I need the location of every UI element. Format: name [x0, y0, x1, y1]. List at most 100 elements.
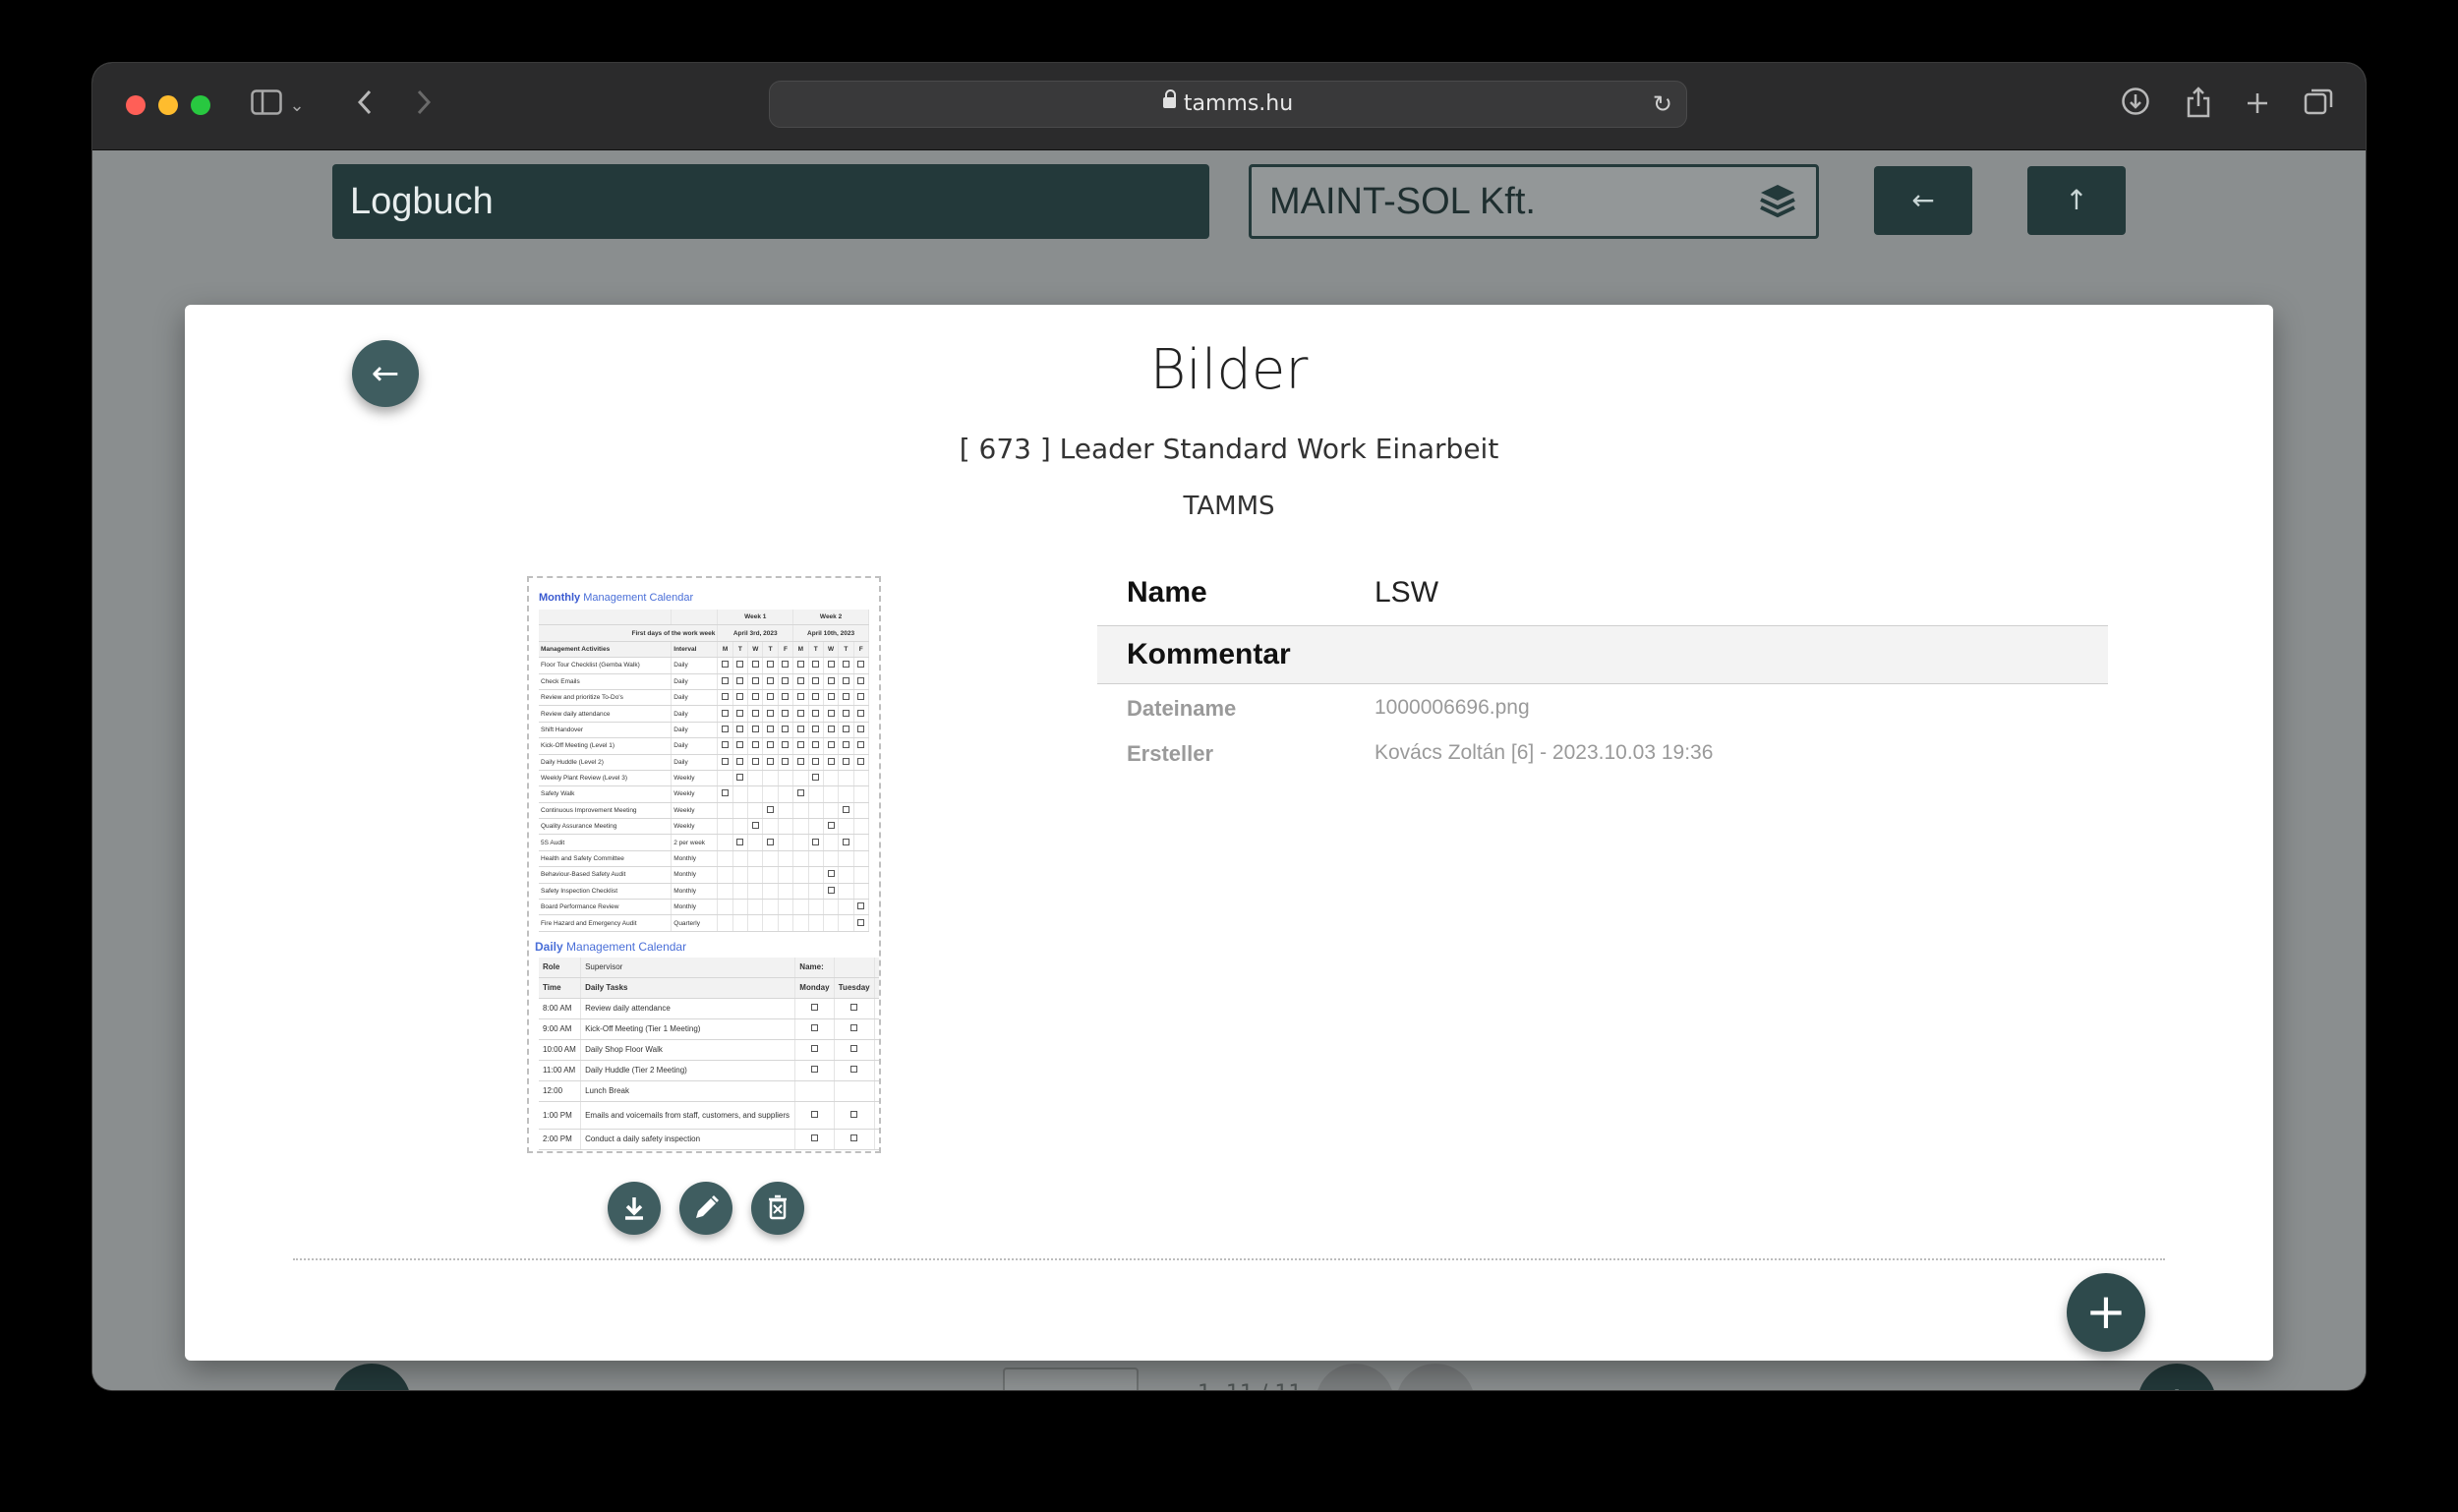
checkbox-icon — [767, 661, 775, 669]
download-image-button[interactable] — [608, 1182, 661, 1235]
chevron-right-icon: › — [1429, 1383, 1442, 1390]
company-selector[interactable]: MAINT-SOL Kft. — [1249, 164, 1819, 239]
checkbox-icon — [796, 693, 804, 701]
page-title: Logbuch — [332, 164, 1209, 239]
detail-row-comment: Kommentar — [1097, 626, 2108, 684]
checkbox-icon — [857, 725, 865, 732]
checkbox-icon — [827, 709, 835, 717]
checkbox-icon — [736, 725, 744, 732]
next-page-button[interactable]: › — [1396, 1364, 1475, 1390]
close-window-button[interactable] — [126, 95, 146, 115]
add-entry-button[interactable]: + — [2137, 1364, 2216, 1390]
detail-row-filename: Dateiname 1000006696.png — [1097, 684, 2108, 729]
name-label: Name — [1127, 576, 1207, 609]
plus-icon: + — [2085, 1283, 2127, 1340]
checkbox-icon — [751, 676, 759, 684]
url-text: tamms.hu — [1183, 91, 1294, 116]
checkbox-icon — [767, 676, 775, 684]
checkbox-icon — [842, 661, 849, 669]
back-button[interactable]: ← — [1874, 166, 1972, 235]
checkbox-icon — [850, 1066, 858, 1074]
checkbox-icon — [827, 693, 835, 701]
checkbox-icon — [722, 789, 730, 797]
up-button[interactable]: ↑ — [2027, 166, 2126, 235]
checkbox-icon — [857, 741, 865, 749]
checkbox-icon — [736, 693, 744, 701]
checkbox-icon — [842, 676, 849, 684]
prev-page-button[interactable]: ‹ — [1316, 1364, 1394, 1390]
trash-icon — [769, 1194, 787, 1220]
new-tab-icon[interactable] — [2240, 87, 2275, 126]
checkbox-icon — [736, 741, 744, 749]
share-icon[interactable] — [2181, 87, 2216, 129]
monthly-row: Safety Inspection Checklist Monthly — [539, 883, 870, 901]
menu-button[interactable] — [332, 1364, 411, 1390]
creator-value: Kovács Zoltán [6] - 2023.10.03 19:36 — [1375, 741, 1714, 764]
chevron-down-icon[interactable]: ⌄ — [287, 87, 307, 126]
checkbox-icon — [811, 1066, 819, 1074]
monthly-row: Floor Tour Checklist (Gemba Walk) Daily — [539, 657, 870, 674]
checkbox-icon — [812, 838, 820, 845]
chevron-left-icon: ‹ — [1348, 1383, 1362, 1390]
checkbox-icon — [796, 789, 804, 797]
checkbox-icon — [842, 693, 849, 701]
checkbox-icon — [857, 676, 865, 684]
images-modal: ← Bilder [ 673 ] Leader Standard Work Ei… — [185, 305, 2273, 1361]
monthly-row: Quality Assurance Meeting Weekly — [539, 818, 870, 836]
page-size-select[interactable]: 25 — [1003, 1367, 1139, 1390]
modal-subtitle-secondary: TAMMS — [1183, 492, 1275, 521]
checkbox-icon — [796, 757, 804, 765]
back-nav-icon[interactable] — [350, 87, 380, 126]
forward-nav-icon[interactable] — [409, 87, 439, 126]
checkbox-icon — [857, 757, 865, 765]
modal-title: Bilder — [1149, 338, 1309, 402]
checkbox-icon — [850, 1110, 858, 1118]
checkbox-icon — [736, 774, 744, 782]
hamburger-icon — [332, 1364, 411, 1390]
checkbox-icon — [850, 1134, 858, 1142]
monthly-row: Daily Huddle (Level 2) Daily — [539, 754, 870, 771]
checkbox-icon — [796, 741, 804, 749]
checkbox-icon — [796, 661, 804, 669]
checkbox-icon — [827, 661, 835, 669]
checkbox-icon — [857, 661, 865, 669]
edit-image-button[interactable] — [679, 1182, 732, 1235]
address-bar[interactable]: tamms.hu ↻ — [769, 81, 1687, 128]
checkbox-icon — [827, 822, 835, 830]
daily-calendar-table: Role Supervisor Name: Time Daily Tasks Monda… — [539, 957, 879, 1150]
add-image-button[interactable]: + — [2067, 1273, 2145, 1352]
reload-icon[interactable]: ↻ — [1653, 82, 1672, 127]
checkbox-icon — [722, 693, 730, 701]
zoom-window-button[interactable] — [191, 95, 210, 115]
checkbox-icon — [812, 676, 820, 684]
checkbox-icon — [767, 725, 775, 732]
image-thumbnail[interactable]: Monthly Management Calendar Week 1 Week 2… — [527, 576, 881, 1153]
daily-row: 1:00 PM Emails and voicemails from staff,… — [539, 1101, 879, 1130]
downloads-icon[interactable] — [2118, 87, 2153, 127]
layers-icon — [1760, 185, 1795, 218]
daily-row: 2:00 PM Conduct a daily safety inspection — [539, 1129, 879, 1150]
checkbox-icon — [811, 1024, 819, 1032]
creator-label: Ersteller — [1127, 741, 1214, 766]
checkbox-icon — [827, 886, 835, 894]
checkbox-icon — [842, 838, 849, 845]
monthly-row: Fire Hazard and Emergency Audit Quarterly — [539, 914, 870, 932]
checkbox-icon — [842, 709, 849, 717]
checkbox-icon — [782, 741, 790, 749]
checkbox-icon — [751, 741, 759, 749]
tab-overview-icon[interactable] — [2301, 87, 2336, 126]
delete-image-button[interactable] — [751, 1182, 804, 1235]
monthly-calendar-title: Monthly Management Calendar — [539, 592, 694, 604]
checkbox-icon — [857, 709, 865, 717]
lock-icon — [1162, 88, 1176, 108]
checkbox-icon — [722, 709, 730, 717]
name-value: LSW — [1375, 576, 1439, 609]
checkbox-icon — [812, 693, 820, 701]
checkbox-icon — [782, 661, 790, 669]
sidebar-toggle-icon[interactable] — [250, 87, 283, 126]
minimize-window-button[interactable] — [158, 95, 178, 115]
checkbox-icon — [850, 1024, 858, 1032]
monthly-row: Kick-Off Meeting (Level 1) Daily — [539, 737, 870, 755]
monthly-row: Weekly Plant Review (Level 3) Weekly — [539, 770, 870, 787]
page-size-value: 25 — [1028, 1386, 1059, 1390]
